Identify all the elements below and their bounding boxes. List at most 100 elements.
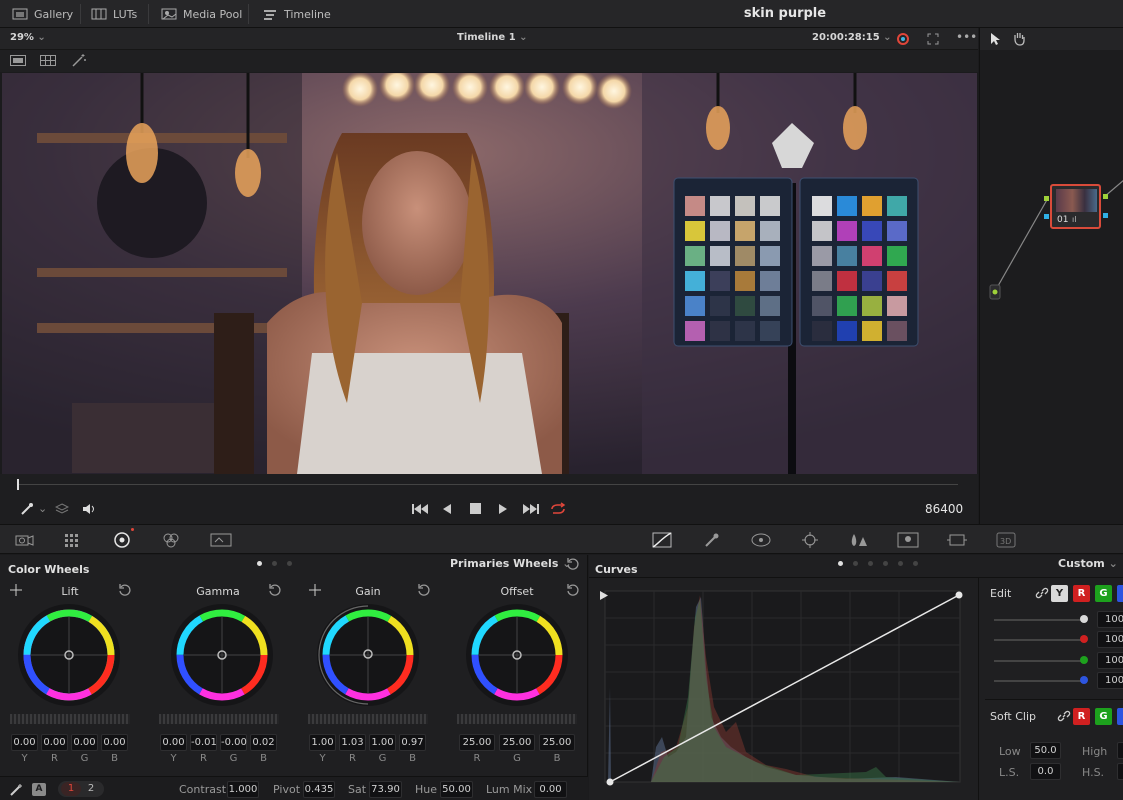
page-dot[interactable] [853, 561, 858, 566]
g-slider-handle[interactable] [1080, 656, 1088, 664]
expand-icon[interactable] [927, 33, 939, 45]
gamma-master-wheel[interactable] [159, 714, 279, 724]
lift-g-value[interactable]: 0.00 [71, 734, 98, 751]
key-icon[interactable] [897, 532, 919, 548]
y-intensity-value[interactable]: 100 [1097, 611, 1123, 628]
page-2-button[interactable]: 2 [81, 782, 101, 796]
node-input-alpha[interactable] [1044, 214, 1049, 219]
b-slider-handle[interactable] [1080, 676, 1088, 684]
gamma-y-value[interactable]: 0.00 [160, 734, 187, 751]
playhead[interactable] [17, 479, 19, 490]
timecode-dropdown[interactable]: 20:00:28:15 ⌄ [812, 32, 892, 43]
media-pool-button[interactable]: Media Pool [161, 0, 242, 28]
gain-color-wheel[interactable] [316, 603, 420, 707]
node-output-rgb[interactable] [1103, 194, 1108, 199]
soft-clip-r-button[interactable]: R [1073, 708, 1090, 725]
pointer-icon[interactable] [990, 32, 1002, 46]
wheels-mode-dropdown[interactable]: Primaries Wheels ⌄ [450, 557, 571, 570]
y-intensity-slider[interactable] [994, 619, 1086, 621]
curves-icon[interactable] [652, 532, 672, 548]
loop-icon[interactable] [549, 502, 567, 516]
gamma-b-value[interactable]: 0.02 [250, 734, 277, 751]
timeline-button[interactable]: Timeline [262, 0, 331, 28]
luts-button[interactable]: LUTs [91, 0, 137, 28]
split-view-icon[interactable] [40, 55, 56, 66]
lift-b-value[interactable]: 0.00 [101, 734, 128, 751]
magic-wand-icon[interactable] [71, 53, 87, 68]
single-view-icon[interactable] [10, 55, 26, 66]
soft-clip-g-button[interactable]: G [1095, 708, 1112, 725]
ls-value[interactable]: 0.0 [1030, 763, 1061, 780]
page-dot[interactable] [287, 561, 292, 566]
offset-master-wheel[interactable] [457, 714, 577, 724]
zoom-dropdown[interactable]: 29% ⌄ [10, 32, 46, 43]
channel-g-button[interactable]: G [1095, 585, 1112, 602]
reset-icon[interactable] [566, 557, 580, 571]
chevron-down-icon[interactable]: ⌄ [38, 502, 47, 515]
auto-button[interactable]: A [32, 783, 46, 796]
reset-icon[interactable] [118, 583, 132, 597]
hand-icon[interactable] [1012, 31, 1026, 46]
play-reverse-icon[interactable] [442, 503, 452, 515]
tracker-icon[interactable] [801, 532, 819, 548]
r-slider-handle[interactable] [1080, 635, 1088, 643]
gain-r-value[interactable]: 1.03 [339, 734, 366, 751]
r-intensity-slider[interactable] [994, 639, 1086, 641]
g-intensity-slider[interactable] [994, 660, 1086, 662]
contrast-value[interactable]: 1.000 [227, 781, 259, 798]
crosshair-icon[interactable] [10, 584, 22, 596]
lift-master-wheel[interactable] [10, 714, 130, 724]
audio-icon[interactable] [81, 502, 97, 516]
curves-graph[interactable] [596, 587, 972, 792]
picker-icon[interactable] [20, 502, 34, 516]
sat-value[interactable]: 73.90 [369, 781, 402, 798]
3d-icon[interactable]: 3D [996, 532, 1016, 548]
page-dot[interactable] [868, 561, 873, 566]
channel-b-button[interactable] [1117, 585, 1123, 602]
offset-color-wheel[interactable] [465, 603, 569, 707]
lift-r-value[interactable]: 0.00 [41, 734, 68, 751]
gain-g-value[interactable]: 1.00 [369, 734, 396, 751]
lift-y-value[interactable]: 0.00 [11, 734, 38, 751]
window-icon[interactable] [750, 532, 772, 548]
channel-r-button[interactable]: R [1073, 585, 1090, 602]
r-intensity-value[interactable]: 100 [1097, 631, 1123, 648]
motion-effects-icon[interactable] [210, 533, 232, 547]
qualifier-icon[interactable] [704, 532, 720, 548]
page-dot[interactable] [883, 561, 888, 566]
gallery-button[interactable]: Gallery [12, 0, 73, 28]
soft-clip-b-button[interactable] [1117, 708, 1123, 725]
auto-balance-icon[interactable] [9, 783, 23, 796]
offset-g-value[interactable]: 25.00 [499, 734, 535, 751]
offset-r-value[interactable]: 25.00 [459, 734, 495, 751]
hs-value[interactable] [1117, 763, 1123, 780]
blur-icon[interactable] [848, 532, 868, 548]
skip-to-end-icon[interactable] [522, 503, 540, 515]
gain-master-wheel[interactable] [308, 714, 428, 724]
gain-b-value[interactable]: 0.97 [399, 734, 426, 751]
gamma-r-value[interactable]: -0.01 [190, 734, 217, 751]
reset-icon[interactable] [268, 583, 282, 597]
g-intensity-value[interactable]: 100 [1097, 652, 1123, 669]
camera-raw-icon[interactable] [15, 533, 35, 547]
b-intensity-value[interactable]: 100 [1097, 672, 1123, 689]
node-output-alpha[interactable] [1103, 213, 1108, 218]
pivot-value[interactable]: 0.435 [303, 781, 335, 798]
b-intensity-slider[interactable] [994, 680, 1086, 682]
color-wheel-icon[interactable] [896, 32, 910, 46]
play-icon[interactable] [498, 503, 508, 515]
page-dot[interactable] [272, 561, 277, 566]
sizing-icon[interactable] [946, 532, 968, 548]
page-dot-active[interactable] [838, 561, 843, 566]
timeline-selector[interactable]: Timeline 1 ⌄ [457, 32, 528, 43]
layers-icon[interactable] [55, 502, 69, 516]
node-editor[interactable]: 01 ıl [979, 50, 1123, 524]
page-dot[interactable] [913, 561, 918, 566]
more-options-icon[interactable]: ••• [956, 30, 977, 44]
crosshair-icon[interactable] [309, 584, 321, 596]
color-match-icon[interactable] [64, 533, 82, 547]
node-01[interactable]: 01 ıl [1050, 184, 1101, 229]
link-icon[interactable] [1035, 586, 1049, 600]
hue-value[interactable]: 50.00 [440, 781, 473, 798]
scrubber[interactable] [0, 474, 978, 496]
